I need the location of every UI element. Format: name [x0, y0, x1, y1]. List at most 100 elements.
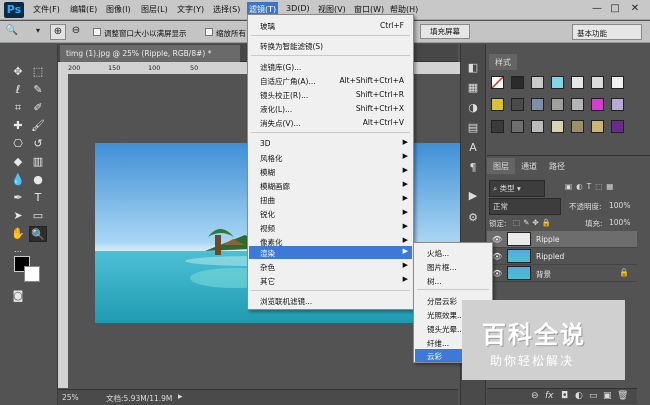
- menu-image[interactable]: 图像(I): [106, 4, 131, 15]
- crop-tool-icon[interactable]: ⌗: [9, 100, 27, 116]
- layer-name[interactable]: 背景: [536, 269, 551, 280]
- zoom-in-icon[interactable]: ⊕: [50, 24, 66, 40]
- style-swatch[interactable]: [591, 98, 604, 111]
- menu-item-flame[interactable]: 火焰...: [415, 246, 491, 259]
- resize-windows-checkbox[interactable]: [93, 28, 101, 36]
- layer-name[interactable]: Ripple: [536, 235, 560, 244]
- layer-name[interactable]: Rippled: [536, 252, 564, 261]
- menu-select[interactable]: 选择(S): [213, 4, 240, 15]
- lock-icons[interactable]: ⬚✎✥🔒: [513, 218, 554, 227]
- history-brush-tool-icon[interactable]: ↺: [29, 136, 47, 152]
- menu-item-3d[interactable]: 3D ▶: [249, 137, 412, 150]
- tab-paths[interactable]: 路径: [543, 158, 571, 174]
- new-layer-icon[interactable]: ▣: [603, 391, 612, 401]
- style-swatch[interactable]: [531, 120, 544, 133]
- zoom-all-checkbox[interactable]: [205, 28, 213, 36]
- menu-item-vanishing-point[interactable]: 消失点(V)... Alt+Ctrl+V: [249, 116, 412, 129]
- add-mask-icon[interactable]: ◘: [561, 391, 568, 401]
- layer-filter-kind[interactable]: ⌕ 类型 ▾: [489, 180, 545, 197]
- style-swatch[interactable]: [571, 76, 584, 89]
- move-tool-icon[interactable]: ✥: [9, 64, 27, 80]
- properties-panel-icon[interactable]: ⚙: [464, 210, 482, 226]
- quick-select-tool-icon[interactable]: ✎: [29, 82, 47, 98]
- blur-tool-icon[interactable]: 💧: [9, 172, 27, 188]
- menu-item-sharpen[interactable]: 锐化 ▶: [249, 207, 412, 220]
- status-arrow-icon[interactable]: ▸: [178, 392, 183, 402]
- workspace-select[interactable]: 基本功能: [572, 24, 642, 40]
- menu-item-browse-online-filters[interactable]: 浏览联机滤镜...: [249, 294, 412, 307]
- layer-row-rippled[interactable]: 👁 Rippled: [487, 248, 637, 265]
- paragraph-panel-icon[interactable]: ¶: [464, 160, 482, 176]
- dodge-tool-icon[interactable]: ●: [29, 172, 47, 188]
- menu-item-glass[interactable]: 玻璃 Ctrl+F: [249, 19, 412, 32]
- zoom-tool-icon[interactable]: 🔍: [29, 226, 47, 242]
- menu-item-picture-frame[interactable]: 图片框...: [415, 260, 491, 273]
- eraser-tool-icon[interactable]: ◆: [9, 154, 27, 170]
- swatches-panel-icon[interactable]: ▦: [464, 80, 482, 96]
- new-group-icon[interactable]: ▭: [589, 391, 598, 401]
- menu-item-filter-gallery[interactable]: 滤镜库(G)...: [249, 60, 412, 73]
- style-swatch[interactable]: [571, 120, 584, 133]
- hand-tool-icon[interactable]: ✋: [9, 226, 27, 242]
- style-swatch[interactable]: [511, 76, 524, 89]
- menu-3d[interactable]: 3D(D): [286, 4, 310, 13]
- eyedropper-tool-icon[interactable]: ✐: [29, 100, 47, 116]
- visibility-eye-icon[interactable]: 👁: [492, 269, 502, 278]
- menu-item-render[interactable]: 渲染 ▶: [249, 246, 412, 259]
- menu-layer[interactable]: 图层(L): [141, 4, 168, 15]
- style-swatch[interactable]: [531, 98, 544, 111]
- healing-brush-tool-icon[interactable]: ✚: [9, 118, 27, 134]
- blend-mode-select[interactable]: 正常: [489, 198, 561, 215]
- tab-channels[interactable]: 通道: [515, 158, 543, 174]
- brush-tool-icon[interactable]: 🖌: [29, 118, 47, 134]
- color-panel-icon[interactable]: ◧: [464, 60, 482, 76]
- style-swatch[interactable]: [551, 120, 564, 133]
- delete-layer-icon[interactable]: 🗑: [617, 391, 628, 401]
- menu-type[interactable]: 文字(Y): [177, 4, 204, 15]
- close-button[interactable]: ✕: [628, 3, 642, 16]
- style-swatch[interactable]: [591, 76, 604, 89]
- maximize-button[interactable]: □: [608, 3, 622, 16]
- style-swatch[interactable]: [551, 98, 564, 111]
- menu-item-distort[interactable]: 扭曲 ▶: [249, 193, 412, 206]
- lasso-tool-icon[interactable]: ℓ: [9, 82, 27, 98]
- menu-item-lens-correction[interactable]: 镜头校正(R)... Shift+Ctrl+R: [249, 88, 412, 101]
- style-swatch[interactable]: [551, 76, 564, 89]
- dropdown-caret-icon[interactable]: ▾: [30, 24, 46, 40]
- layer-row-ripple[interactable]: 👁 Ripple: [487, 231, 637, 248]
- menu-file[interactable]: 文件(F): [33, 4, 60, 15]
- visibility-eye-icon[interactable]: 👁: [492, 252, 502, 261]
- opacity-value[interactable]: 100%: [609, 201, 630, 210]
- menu-item-liquify[interactable]: 液化(L)... Shift+Ctrl+X: [249, 102, 412, 115]
- style-swatch[interactable]: [511, 120, 524, 133]
- style-swatch[interactable]: [571, 98, 584, 111]
- zoom-out-icon[interactable]: ⊖: [68, 24, 84, 40]
- style-swatch-none[interactable]: [491, 76, 504, 89]
- adjustment-layer-icon[interactable]: ◐: [575, 391, 583, 401]
- style-swatch[interactable]: [511, 98, 524, 111]
- menu-item-adaptive-wide-angle[interactable]: 自适应广角(A)... Alt+Shift+Ctrl+A: [249, 74, 412, 87]
- menu-item-stylize[interactable]: 风格化 ▶: [249, 151, 412, 164]
- type-tool-icon[interactable]: T: [29, 190, 47, 206]
- zoom-level[interactable]: 25%: [62, 393, 79, 402]
- background-color-swatch[interactable]: [24, 266, 40, 282]
- style-swatch[interactable]: [611, 120, 624, 133]
- quick-mask-icon[interactable]: ◙: [9, 288, 27, 304]
- marquee-tool-icon[interactable]: ⬚: [29, 64, 47, 80]
- style-swatch[interactable]: [611, 98, 624, 111]
- fill-value[interactable]: 100%: [609, 218, 630, 227]
- document-tab[interactable]: timg (1).jpg @ 25% (Ripple, RGB/8#) *: [60, 45, 240, 62]
- tab-styles[interactable]: 样式: [489, 54, 517, 70]
- pen-tool-icon[interactable]: ✒: [9, 190, 27, 206]
- actions-panel-icon[interactable]: ▶: [464, 188, 482, 204]
- rectangle-tool-icon[interactable]: ▭: [29, 208, 47, 224]
- menu-item-blur[interactable]: 模糊 ▶: [249, 165, 412, 178]
- style-swatch[interactable]: [491, 120, 504, 133]
- menu-item-other[interactable]: 其它 ▶: [249, 274, 412, 287]
- minimize-button[interactable]: —: [590, 3, 604, 16]
- gradient-tool-icon[interactable]: ▥: [29, 154, 47, 170]
- style-swatch[interactable]: [491, 98, 504, 111]
- zoom-tool-preset-icon[interactable]: 🔍: [4, 24, 20, 40]
- menu-item-blur-gallery[interactable]: 模糊画廊 ▶: [249, 179, 412, 192]
- clone-stamp-tool-icon[interactable]: ⎔: [9, 136, 27, 152]
